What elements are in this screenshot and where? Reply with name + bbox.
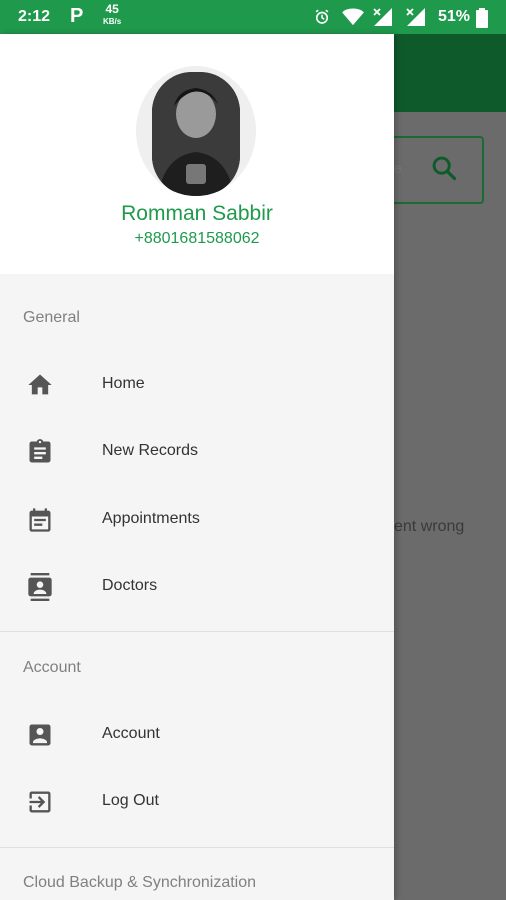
- parking-app-icon: P: [70, 5, 84, 27]
- menu-item-label: Doctors: [102, 577, 158, 594]
- clipboard-icon: [26, 438, 54, 466]
- menu-item-home[interactable]: Home: [0, 355, 394, 415]
- signal-icon: [405, 8, 427, 31]
- menu-item-new-records[interactable]: New Records: [0, 422, 394, 482]
- battery-percent: 51%: [438, 8, 471, 25]
- status-time: 2:12: [18, 8, 51, 25]
- menu-item-doctors[interactable]: Doctors: [0, 557, 394, 617]
- battery-icon: [476, 8, 488, 33]
- logout-icon: [26, 788, 54, 816]
- alarm-icon: [313, 8, 331, 31]
- contacts-icon: [26, 573, 54, 601]
- background-app-bar: [394, 34, 506, 112]
- menu-item-label: Home: [102, 375, 145, 392]
- profile-phone: +8801681588062: [134, 230, 260, 247]
- calendar-icon: [26, 506, 54, 534]
- background-search-hint: e: [394, 160, 402, 176]
- section-title-general: General: [23, 309, 80, 326]
- menu-item-logout[interactable]: Log Out: [0, 772, 394, 832]
- signal-icon: [372, 8, 394, 31]
- avatar[interactable]: [136, 66, 256, 196]
- account-box-icon: [26, 721, 54, 749]
- menu-item-appointments[interactable]: Appointments: [0, 490, 394, 550]
- search-icon: [430, 154, 458, 187]
- status-bar: 2:12 P 45 KB/s 51%: [0, 0, 506, 34]
- menu-item-label: Account: [102, 725, 160, 742]
- drawer-header: Romman Sabbir +8801681588062: [0, 34, 394, 274]
- profile-photo: [152, 72, 240, 196]
- divider: [0, 631, 394, 632]
- background-search-box: e: [394, 136, 484, 204]
- section-title-cloud-backup: Cloud Backup & Synchronization: [23, 874, 257, 891]
- network-speed-value: 45: [105, 2, 119, 16]
- menu-item-label: Log Out: [102, 792, 159, 809]
- network-speed-unit: KB/s: [103, 17, 122, 26]
- navigation-drawer: Romman Sabbir +8801681588062 General Hom…: [0, 34, 394, 900]
- network-speed: 45 KB/s: [103, 2, 122, 27]
- wifi-icon: [342, 8, 364, 31]
- menu-item-account[interactable]: Account: [0, 705, 394, 765]
- menu-item-label: Appointments: [102, 510, 200, 527]
- menu-item-label: New Records: [102, 442, 199, 459]
- background-error-text: ent wrong: [394, 518, 465, 535]
- section-title-account: Account: [23, 659, 81, 676]
- profile-name: Romman Sabbir: [121, 202, 273, 225]
- background-app[interactable]: e ent wrong: [394, 34, 506, 900]
- divider: [0, 847, 394, 848]
- home-icon: [26, 371, 54, 399]
